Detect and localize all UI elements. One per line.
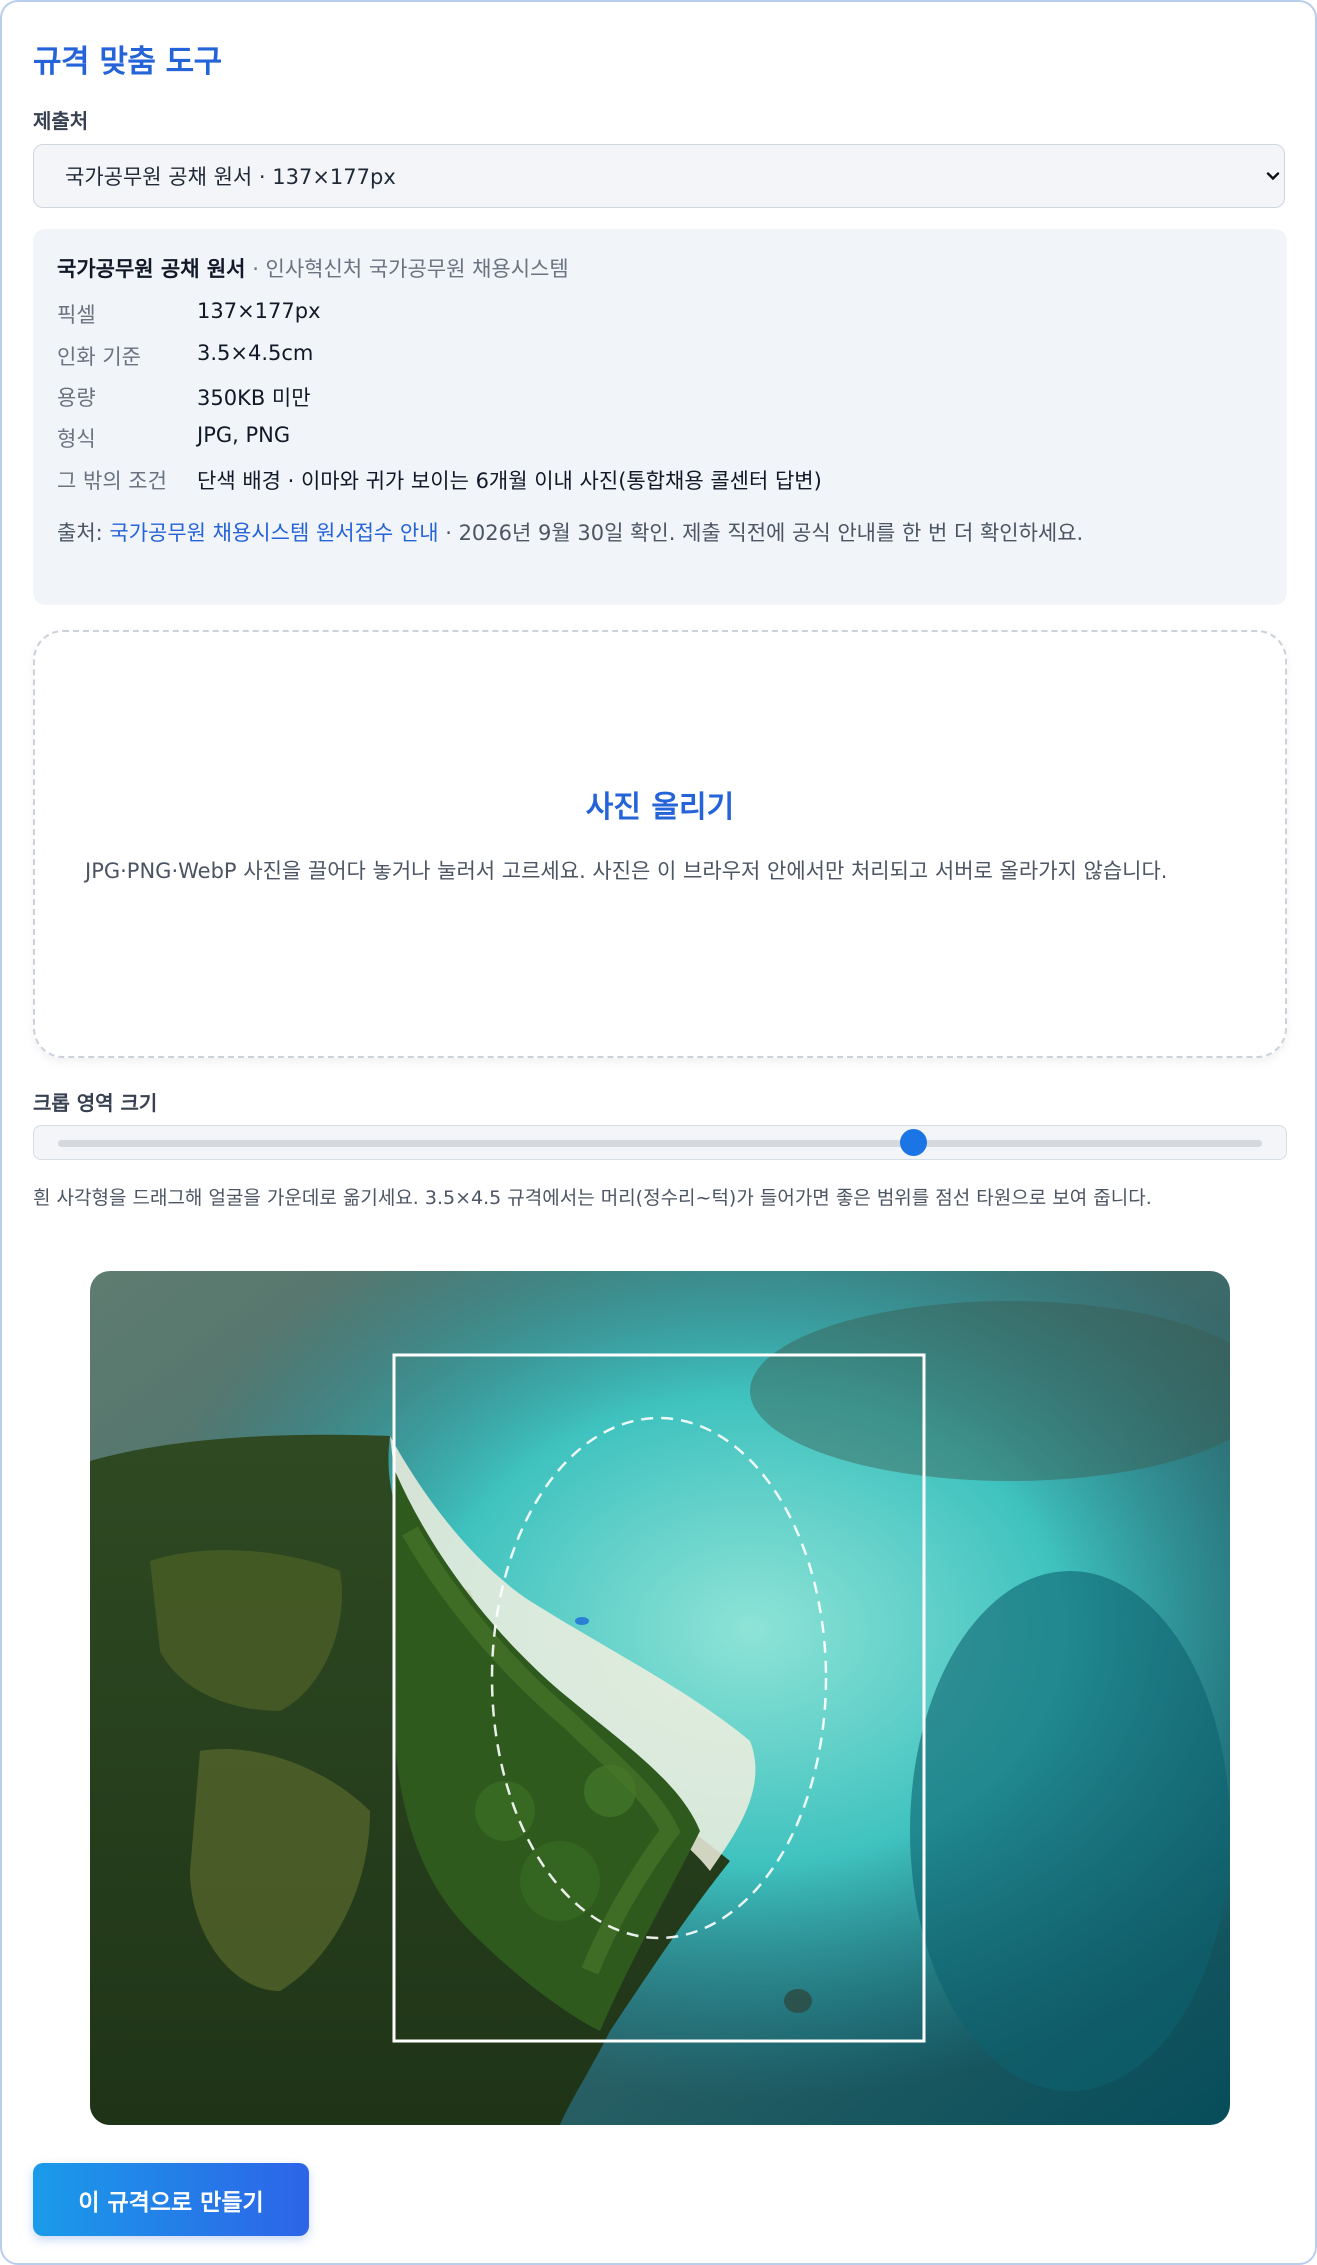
- submission-selected-value: 국가공무원 공채 원서 · 137×177px: [65, 165, 396, 189]
- spec-value: 350KB 미만: [197, 386, 311, 410]
- spec-name: 국가공무원 공채 원서: [57, 257, 246, 281]
- crop-size-label: 크롭 영역 크기: [33, 1091, 158, 1115]
- crop-preview: [90, 1271, 1230, 2125]
- spec-value: 137×177px: [197, 299, 321, 323]
- source-prefix: 출처:: [57, 521, 110, 545]
- photo-upload-dropzone[interactable]: 사진 올리기 JPG·PNG·WebP 사진을 끌어다 놓거나 눌러서 고르세요…: [33, 630, 1287, 1058]
- upload-heading: 사진 올리기: [585, 790, 735, 825]
- spec-key: 용량: [57, 386, 96, 410]
- slider-thumb[interactable]: [899, 1129, 927, 1156]
- tool-card: 규격 맞춤 도구 제출처 국가공무원 공채 원서 · 137×177px 국가공…: [0, 0, 1317, 2265]
- submission-select[interactable]: 국가공무원 공채 원서 · 137×177px: [33, 144, 1285, 208]
- spec-key: 픽셀: [57, 303, 96, 327]
- spec-value: 단색 배경 · 이마와 귀가 보이는 6개월 이내 사진(통합채용 콜센터 답변…: [197, 469, 822, 493]
- slider-track: [58, 1140, 1262, 1147]
- upload-description: JPG·PNG·WebP 사진을 끌어다 놓거나 눌러서 고르세요. 사진은 이…: [85, 859, 1168, 883]
- spec-source: 출처: 국가공무원 채용시스템 원서접수 안내 · 2026년 9월 30일 확…: [57, 517, 1267, 547]
- spec-value: JPG, PNG: [197, 423, 291, 447]
- preview-photo: [90, 1271, 1230, 2125]
- spec-key: 인화 기준: [57, 345, 141, 369]
- spec-key: 형식: [57, 427, 96, 451]
- crop-size-slider[interactable]: [33, 1125, 1287, 1160]
- spec-value: 3.5×4.5cm: [197, 341, 314, 365]
- submission-label: 제출처: [33, 109, 89, 133]
- page-title: 규격 맞춤 도구: [33, 44, 222, 80]
- crop-hint: 흰 사각형을 드래그해 얼굴을 가운데로 옮기세요. 3.5×4.5 규격에서는…: [33, 1187, 1152, 1209]
- spec-key: 그 밖의 조건: [57, 469, 167, 493]
- source-suffix: · 2026년 9월 30일 확인. 제출 직전에 공식 안내를 한 번 더 확…: [438, 521, 1084, 545]
- chevron-down-icon: [1266, 166, 1280, 187]
- spec-header: 국가공무원 공채 원서 · 인사혁신처 국가공무원 채용시스템: [57, 253, 569, 283]
- generate-button[interactable]: 이 규격으로 만들기: [33, 2163, 309, 2236]
- spec-agency: · 인사혁신처 국가공무원 채용시스템: [245, 257, 569, 281]
- spec-info-panel: 국가공무원 공채 원서 · 인사혁신처 국가공무원 채용시스템 픽셀 137×1…: [33, 229, 1287, 605]
- source-link[interactable]: 국가공무원 채용시스템 원서접수 안내: [109, 521, 438, 545]
